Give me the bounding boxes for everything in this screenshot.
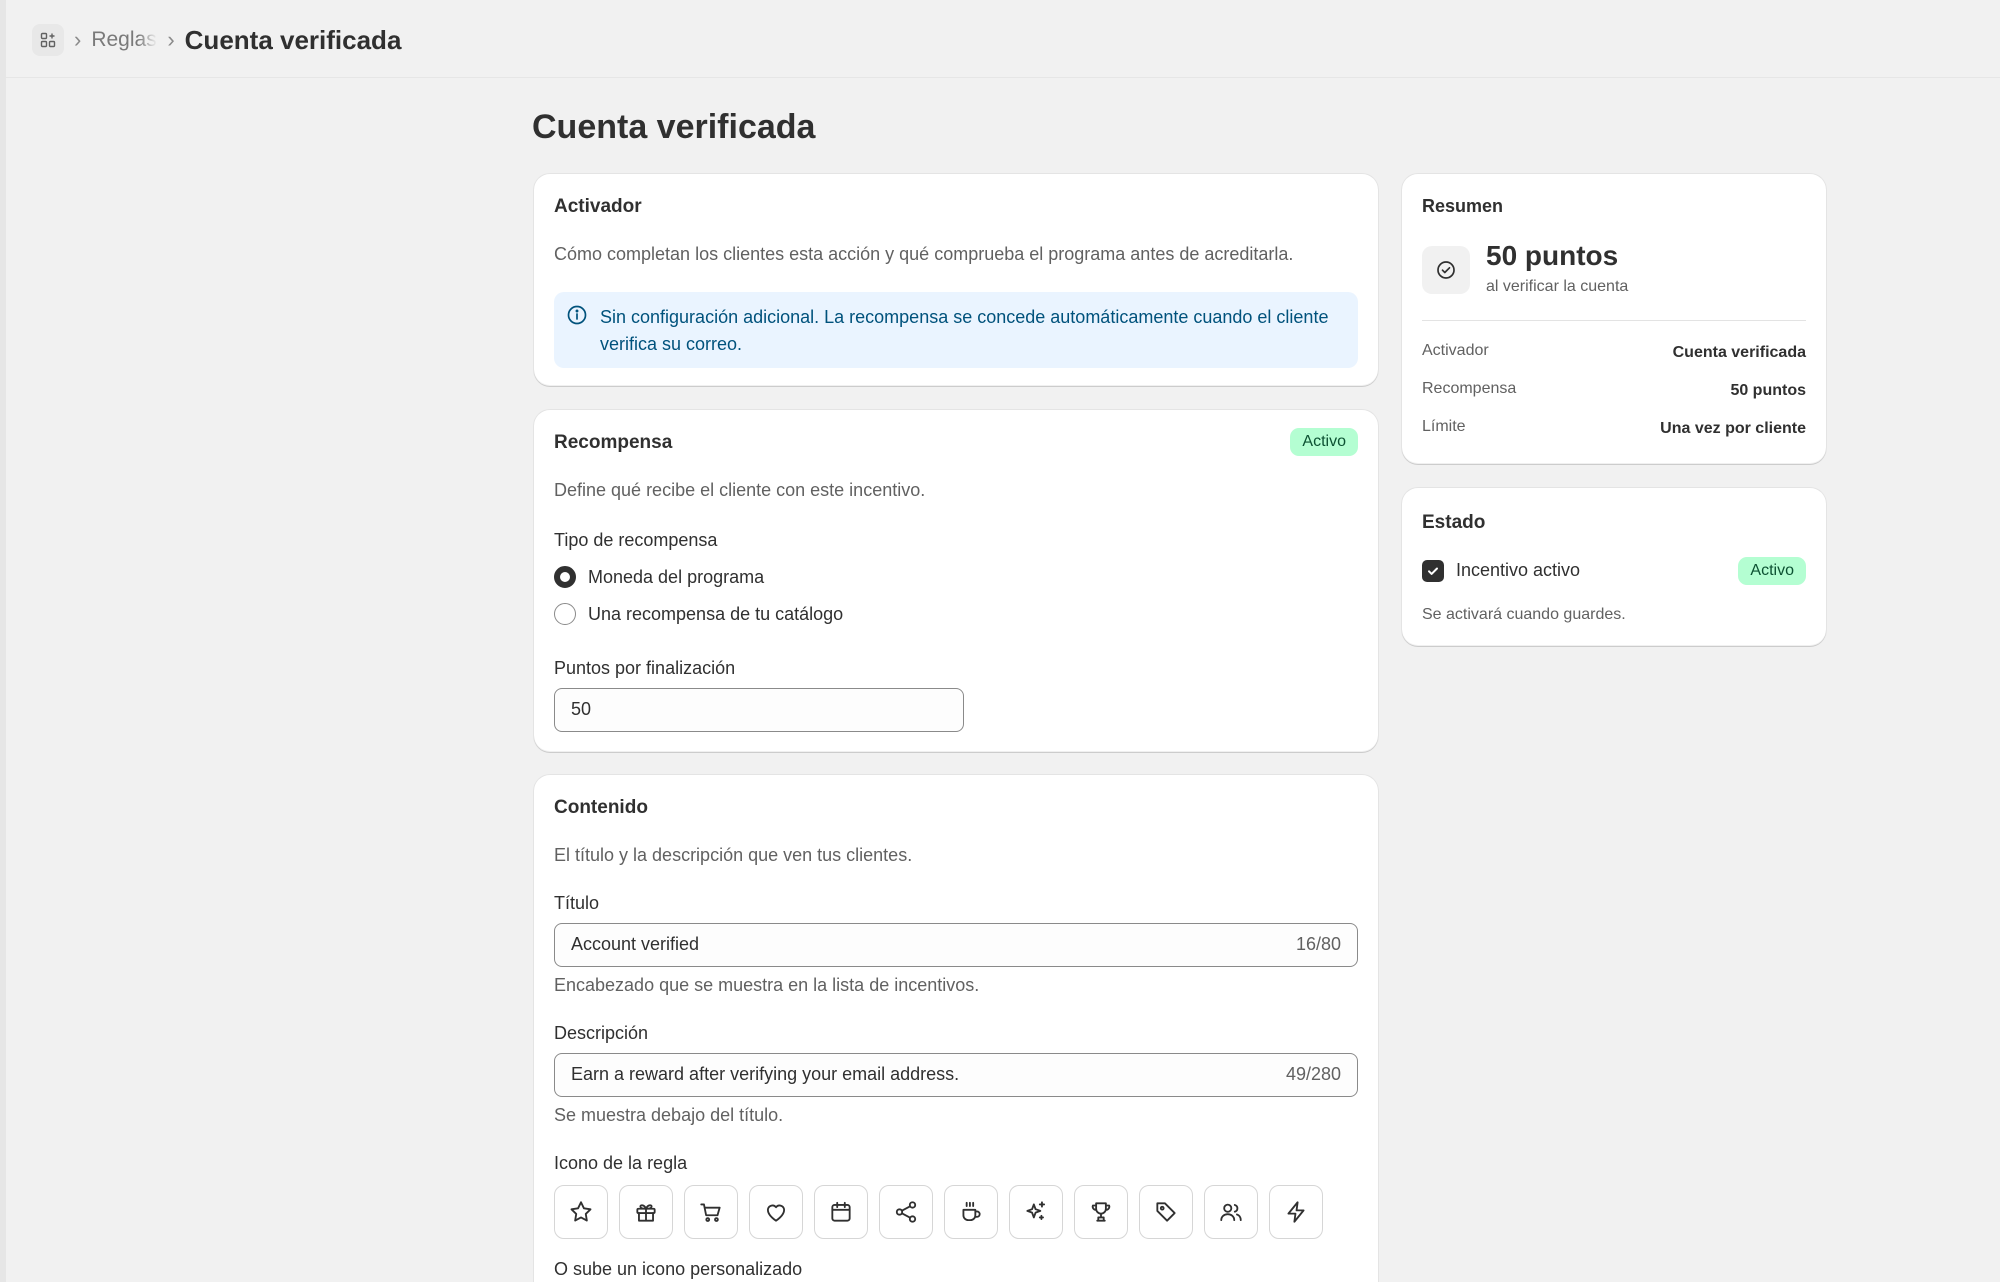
sparkles-icon-option[interactable] <box>1009 1185 1063 1239</box>
trigger-card-description: Cómo completan los clientes esta acción … <box>554 244 1294 264</box>
status-card-title: Estado <box>1422 512 1486 533</box>
heart-icon <box>766 1204 786 1222</box>
reward-type-label: Tipo de recompensa <box>554 530 718 550</box>
description-field-label: Descripción <box>554 1023 649 1043</box>
breadcrumb-separator: › <box>74 27 82 52</box>
bolt-icon-option[interactable] <box>1269 1185 1323 1239</box>
description-field[interactable]: Earn a reward after verifying your email… <box>554 1053 1358 1097</box>
trigger-card: Activador Cómo completan los clientes es… <box>534 174 1378 386</box>
calendar-icon <box>831 1201 851 1222</box>
status-card: Estado Incentivo activo Activo Se activa… <box>1402 488 1826 646</box>
radio-program-currency[interactable]: Moneda del programa <box>554 566 764 588</box>
breadcrumb-parent-link[interactable]: Reglas de incentivos <box>91 28 157 52</box>
reward-card-title: Recompensa <box>554 432 673 453</box>
incentive-active-label[interactable]: Incentivo activo <box>1456 560 1580 581</box>
summary-divider <box>1422 320 1806 321</box>
reward-card-description: Define qué recibe el cliente con este in… <box>554 480 926 500</box>
points-input[interactable]: 50 <box>554 688 964 732</box>
incentive-active-checkbox[interactable] <box>1422 560 1444 582</box>
content-card-title: Contenido <box>554 797 648 818</box>
info-banner-text: Sin configuración adicional. La recompen… <box>600 307 1329 354</box>
radio-unselected-indicator[interactable] <box>554 603 576 625</box>
share-icon-option[interactable] <box>879 1185 933 1239</box>
title-field[interactable]: Account verified 16/80 <box>554 923 1358 967</box>
summary-row-value: Una vez por cliente <box>1660 420 1806 437</box>
left-edge <box>0 0 6 1282</box>
custom-icon-upload-label: O sube un icono personalizado <box>554 1259 803 1279</box>
bolt-icon <box>1287 1201 1305 1223</box>
page-title: Cuenta verificada <box>532 108 816 146</box>
breadcrumb-separator: › <box>167 27 175 52</box>
apps-icon[interactable] <box>32 24 64 56</box>
star-icon-option[interactable] <box>554 1185 608 1239</box>
description-help-text: Se muestra debajo del título. <box>554 1105 784 1125</box>
summary-row-value: Cuenta verificada <box>1672 344 1806 361</box>
status-badge: Activo <box>1738 557 1806 585</box>
radio-label: Una recompensa de tu catálogo <box>588 603 844 624</box>
content-card-description: El título y la descripción que ven tus c… <box>554 845 913 865</box>
sparkles-icon <box>1026 1201 1046 1220</box>
content-card: Contenido El título y la descripción que… <box>534 775 1378 1282</box>
gift-icon <box>636 1204 656 1222</box>
description-field-value: Earn a reward after verifying your email… <box>571 1064 960 1084</box>
check-circle-icon <box>1422 246 1470 294</box>
summary-row-key: Activador <box>1422 342 1489 359</box>
calendar-icon-option[interactable] <box>814 1185 868 1239</box>
summary-points: 50 puntos <box>1486 240 1619 271</box>
reward-card: Recompensa Activo Define qué recibe el c… <box>534 410 1378 752</box>
summary-row-key: Recompensa <box>1422 380 1517 397</box>
points-label: Puntos por finalización <box>554 658 736 678</box>
info-banner: Sin configuración adicional. La recompen… <box>554 292 1358 368</box>
heart-icon-option[interactable] <box>749 1185 803 1239</box>
trigger-card-title: Activador <box>554 196 642 217</box>
trophy-icon <box>1091 1202 1111 1222</box>
summary-card: Resumen 50 puntos al verificar la cuenta… <box>1402 174 1826 464</box>
summary-row-key: Límite <box>1422 418 1466 435</box>
status-badge: Activo <box>1290 428 1358 456</box>
cart-icon-option[interactable] <box>684 1185 738 1239</box>
cart-icon <box>700 1203 721 1222</box>
summary-card-title: Resumen <box>1422 196 1504 216</box>
radio-label: Moneda del programa <box>588 566 765 587</box>
coffee-icon-option[interactable] <box>944 1185 998 1239</box>
tag-icon <box>1156 1202 1176 1222</box>
title-field-value: Account verified <box>571 934 700 954</box>
title-help-text: Encabezado que se muestra en la lista de… <box>554 975 980 995</box>
points-input-value: 50 <box>571 699 592 719</box>
users-icon <box>1220 1203 1242 1222</box>
coffee-icon <box>962 1201 981 1222</box>
title-char-count: 16/80 <box>1295 934 1341 954</box>
title-field-label: Título <box>554 893 600 913</box>
tag-icon-option[interactable] <box>1139 1185 1193 1239</box>
trophy-icon-option[interactable] <box>1074 1185 1128 1239</box>
star-icon <box>570 1201 592 1222</box>
info-icon <box>566 304 588 331</box>
status-note: Se activará cuando guardes. <box>1422 606 1626 623</box>
share-icon <box>895 1201 917 1223</box>
radio-selected-indicator[interactable] <box>554 566 576 588</box>
users-icon-option[interactable] <box>1204 1185 1258 1239</box>
summary-subtitle: al verificar la cuenta <box>1486 278 1629 295</box>
breadcrumb-current: Cuenta verificada <box>184 24 402 55</box>
radio-catalog-reward[interactable]: Una recompensa de tu catálogo <box>554 603 843 625</box>
gift-icon-option[interactable] <box>619 1185 673 1239</box>
summary-row-value: 50 puntos <box>1730 382 1806 399</box>
checkmark-icon <box>1428 567 1438 575</box>
description-char-count: 49/280 <box>1285 1064 1341 1084</box>
top-bar: › Reglas de incentivos › Cuenta verifica… <box>6 0 2000 78</box>
rule-icon-label: Icono de la regla <box>554 1153 688 1173</box>
breadcrumb: › Reglas de incentivos › Cuenta verifica… <box>32 24 401 56</box>
